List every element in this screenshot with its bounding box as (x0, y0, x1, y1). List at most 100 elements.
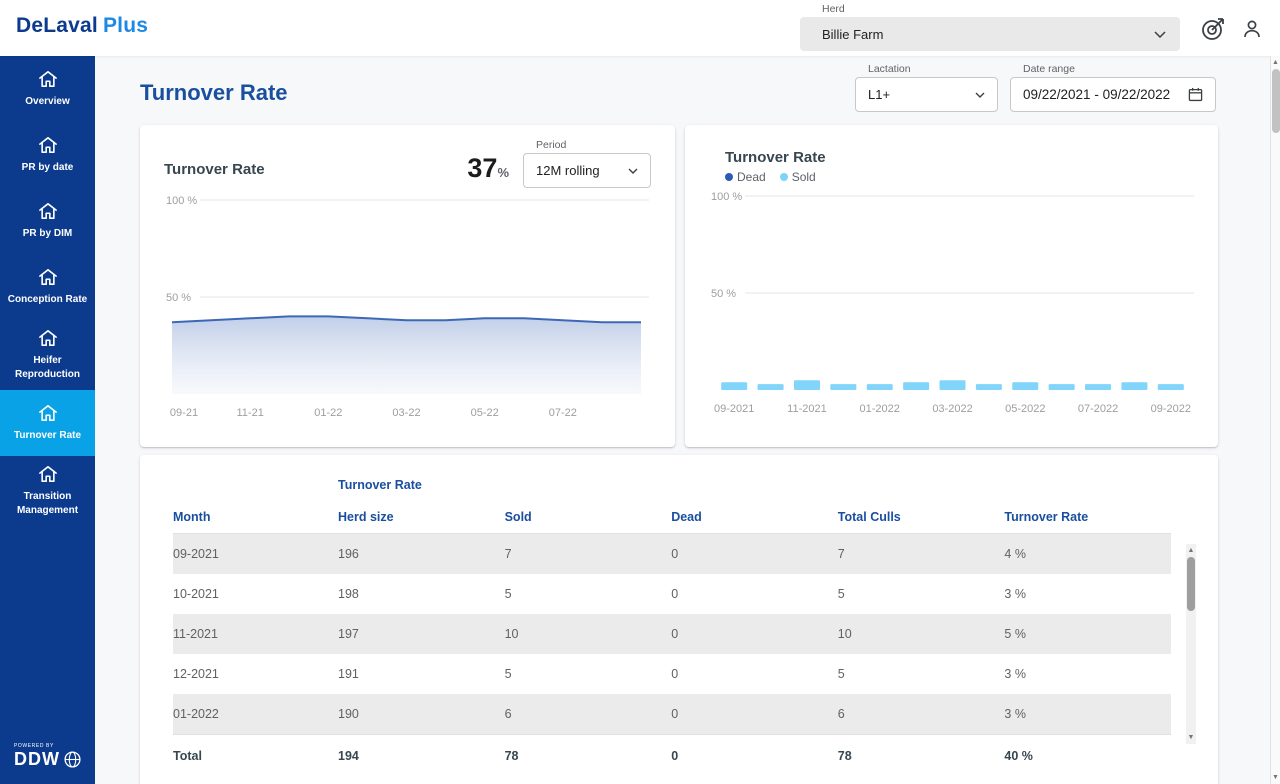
scroll-up-icon[interactable]: ▲ (1271, 56, 1280, 69)
line-chart-area: 100 %50 %09-2111-2101-2203-2205-2207-22 (164, 190, 651, 435)
svg-text:50 %: 50 % (166, 292, 191, 304)
sidebar-item-label: PR by DIM (23, 227, 72, 241)
cell-total-culls: 5 (838, 667, 1005, 681)
legend-label: Sold (792, 170, 816, 184)
svg-text:05-2022: 05-2022 (1005, 403, 1045, 415)
lactation-select[interactable]: L1+ (855, 77, 998, 112)
cell-month: 10-2021 (173, 587, 338, 601)
app-logo: DeLavalPlus (16, 14, 148, 38)
lactation-filter-group: Lactation L1+ (855, 63, 998, 112)
svg-text:01-2022: 01-2022 (860, 403, 900, 415)
kpi-unit: % (497, 165, 509, 180)
scroll-down-icon[interactable]: ▼ (1186, 731, 1196, 744)
cell-dead: 0 (671, 749, 838, 763)
sidebar-item-transition-management[interactable]: Transition Management (0, 456, 95, 526)
cell-total-culls: 6 (838, 707, 1005, 721)
date-range-label: Date range (1023, 63, 1216, 75)
herd-label: Herd (822, 3, 1180, 15)
ddw-logo: DDW (14, 749, 60, 770)
page-title: Turnover Rate (140, 80, 288, 106)
cell-sold: 6 (505, 707, 672, 721)
table-row: 09-2021 196 7 0 7 4 % (173, 534, 1171, 574)
herd-select-group: Herd Billie Farm (800, 3, 1180, 51)
svg-text:100 %: 100 % (711, 191, 742, 203)
cell-turnover-rate: 3 % (1004, 587, 1171, 601)
cell-total-culls: 10 (838, 627, 1005, 641)
cell-herd-size: 191 (338, 667, 505, 681)
target-button[interactable] (1199, 15, 1227, 43)
svg-text:11-2021: 11-2021 (787, 403, 827, 415)
topbar: DeLavalPlus Herd Billie Farm (0, 0, 1280, 56)
legend-item-sold[interactable]: Sold (780, 170, 816, 184)
svg-text:09-2022: 09-2022 (1151, 403, 1191, 415)
logo-plus: Plus (103, 14, 148, 37)
home-icon (38, 404, 58, 422)
table-total-row: Total 194 78 0 78 40 % (173, 734, 1171, 776)
svg-text:03-2022: 03-2022 (932, 403, 972, 415)
table-scrollbar[interactable]: ▲ ▼ (1186, 544, 1196, 744)
period-select[interactable]: 12M rolling (523, 153, 651, 188)
herd-select[interactable]: Billie Farm (800, 17, 1180, 51)
page-scrollbar[interactable]: ▲ ▼ (1270, 56, 1280, 784)
sidebar-item-label: Turnover Rate (14, 429, 81, 443)
home-icon (38, 70, 58, 88)
scroll-up-icon[interactable]: ▲ (1186, 544, 1196, 557)
sidebar-item-pr-by-date[interactable]: PR by date (0, 122, 95, 188)
table-row: 10-2021 198 5 0 5 3 % (173, 574, 1171, 614)
column-header: Sold (505, 510, 672, 524)
sidebar-footer: POWERED BY DDW (0, 743, 95, 784)
column-header: Dead (671, 510, 838, 524)
sidebar-item-conception-rate[interactable]: Conception Rate (0, 254, 95, 320)
dead-legend-dot (725, 173, 733, 181)
sidebar-item-turnover-rate[interactable]: Turnover Rate (0, 390, 95, 456)
sidebar-item-label: Heifer Reproduction (6, 354, 89, 381)
cell-sold: 5 (505, 667, 672, 681)
cell-total-culls: 7 (838, 547, 1005, 561)
legend-item-dead[interactable]: Dead (725, 170, 766, 184)
period-value: 12M rolling (536, 163, 600, 178)
svg-text:01-22: 01-22 (314, 407, 342, 419)
home-icon (38, 202, 58, 220)
person-icon (1240, 17, 1264, 41)
turnover-line-chart: 100 %50 %09-2111-2101-2203-2205-2207-22 (164, 190, 651, 430)
sidebar-item-pr-by-dim[interactable]: PR by DIM (0, 188, 95, 254)
calendar-icon (1188, 87, 1203, 102)
svg-text:03-22: 03-22 (392, 407, 420, 419)
cell-month: 12-2021 (173, 667, 338, 681)
sidebar-item-heifer-reproduction[interactable]: Heifer Reproduction (0, 320, 95, 390)
legend-label: Dead (737, 170, 766, 184)
lactation-value: L1+ (868, 87, 890, 102)
lactation-label: Lactation (868, 63, 998, 75)
column-header: Herd size (338, 510, 505, 524)
logo-delaval: DeLaval (16, 14, 98, 37)
table-scrollbar-thumb[interactable] (1187, 557, 1195, 611)
svg-text:50 %: 50 % (711, 288, 736, 300)
svg-text:07-22: 07-22 (549, 407, 577, 419)
cell-herd-size: 198 (338, 587, 505, 601)
date-range-value: 09/22/2021 - 09/22/2022 (1023, 87, 1170, 102)
account-button[interactable] (1238, 15, 1266, 43)
cell-sold: 10 (505, 627, 672, 641)
sidebar-item-overview[interactable]: Overview (0, 56, 95, 122)
cell-sold: 5 (505, 587, 672, 601)
scroll-down-icon[interactable]: ▼ (1271, 771, 1280, 784)
cell-month: 11-2021 (173, 627, 338, 641)
column-header: Total Culls (838, 510, 1005, 524)
cell-sold: 78 (505, 749, 672, 763)
column-header: Month (173, 510, 338, 524)
cell-total-culls: 5 (838, 587, 1005, 601)
chevron-down-icon (1154, 31, 1166, 38)
table-row: 12-2021 191 5 0 5 3 % (173, 654, 1171, 694)
date-range-picker[interactable]: 09/22/2021 - 09/22/2022 (1010, 77, 1216, 112)
table-row: 01-2022 190 6 0 6 3 % (173, 694, 1171, 734)
sidebar-item-label: Overview (25, 95, 69, 109)
table-header-row: Month Herd size Sold Dead Total Culls Tu… (173, 501, 1171, 534)
bar-chart-area: 100 %50 %09-202111-202101-202203-202205-… (709, 186, 1194, 431)
page-scrollbar-thumb[interactable] (1272, 69, 1280, 133)
cell-total-culls: 78 (838, 749, 1005, 763)
turnover-rate-line-card: Turnover Rate 37% Period 12M rolling (140, 125, 675, 447)
turnover-rate-table-card: Turnover Rate Month Herd size Sold Dead … (140, 455, 1218, 784)
home-icon (38, 268, 58, 286)
line-card-title: Turnover Rate (164, 161, 265, 178)
date-range-filter-group: Date range 09/22/2021 - 09/22/2022 (1010, 63, 1216, 112)
